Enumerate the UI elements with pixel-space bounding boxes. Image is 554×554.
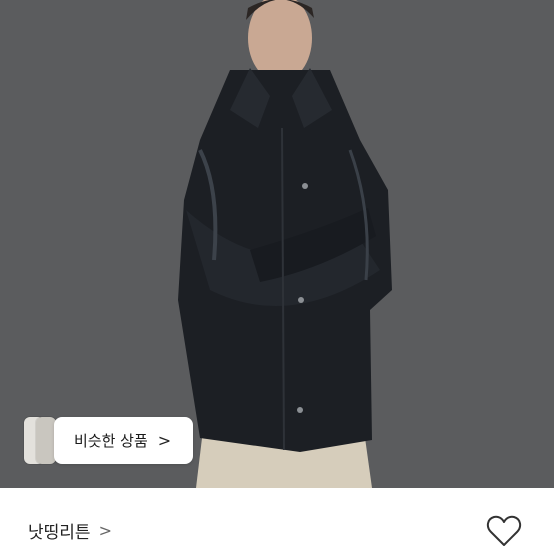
similar-products-chip[interactable]: 비슷한 상품 >: [24, 417, 194, 464]
shop-info-bar: 낫띵리튼 >: [0, 488, 554, 554]
heart-icon[interactable]: [486, 514, 522, 548]
shop-name: 낫띵리튼: [28, 523, 91, 543]
product-image[interactable]: [0, 0, 554, 488]
product-photo-illustration: [0, 0, 554, 488]
similar-products-button[interactable]: 비슷한 상품 >: [54, 417, 194, 464]
similar-thumbnails: [24, 417, 58, 464]
similar-products-label: 비슷한 상품: [74, 432, 148, 450]
shop-name-link[interactable]: 낫띵리튼 >: [28, 518, 112, 543]
chevron-right-icon: >: [98, 521, 112, 540]
chevron-right-icon: >: [157, 431, 172, 450]
similar-thumbnail: [36, 417, 56, 464]
